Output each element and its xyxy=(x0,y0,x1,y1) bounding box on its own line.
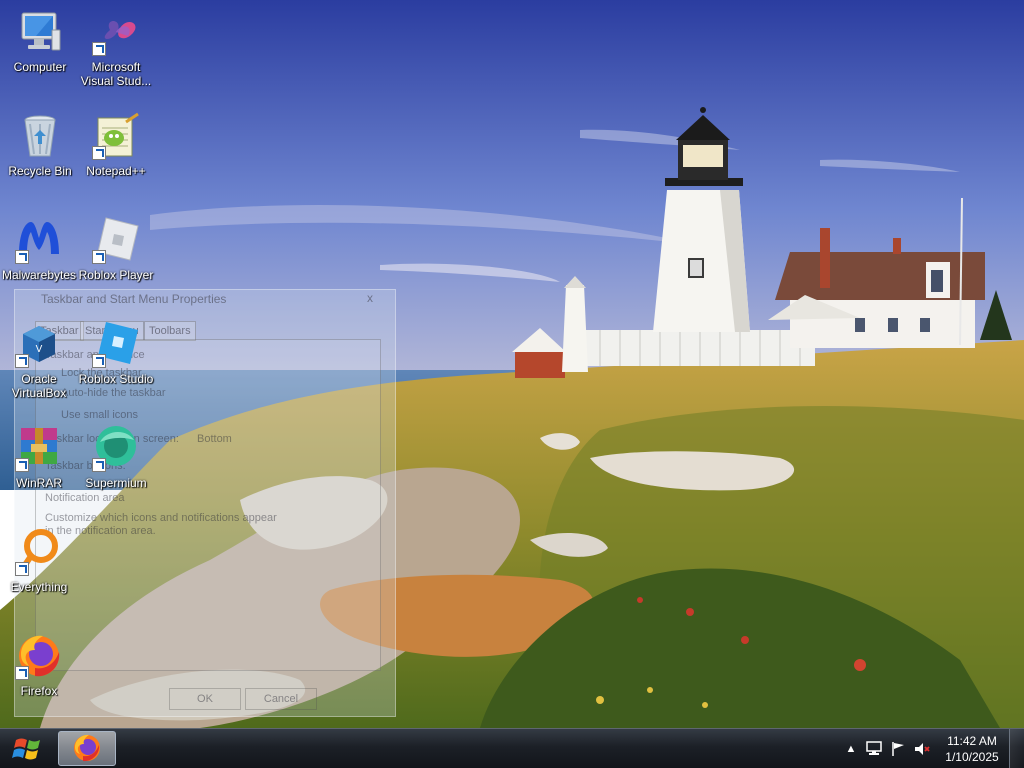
desktop-icon-label: Supermium xyxy=(85,476,147,490)
desktop-icon-everything[interactable]: Everything xyxy=(0,528,79,594)
shortcut-arrow-icon xyxy=(15,354,29,368)
recycle-bin-icon xyxy=(16,112,64,160)
desktop-icon-label: Roblox Player xyxy=(78,268,154,282)
malwarebytes-icon xyxy=(15,216,63,264)
desktop-icon-label: Notepad++ xyxy=(86,164,146,178)
dialog-title: Taskbar and Start Menu Properties xyxy=(41,292,227,306)
desktop-icon-label: Recycle Bin xyxy=(8,164,72,178)
desktop-icon-label: Oracle VirtualBox xyxy=(11,372,67,400)
start-button[interactable] xyxy=(8,733,48,765)
location-dropdown[interactable]: Bottom xyxy=(197,433,232,445)
desktop-icon-oracle-virtualbox[interactable]: V Oracle VirtualBox xyxy=(0,320,79,400)
desktop-icon-roblox-studio[interactable]: Roblox Studio xyxy=(76,320,156,386)
roblox-player-icon xyxy=(92,216,140,264)
desktop-icon-label: Everything xyxy=(10,580,68,594)
firefox-icon xyxy=(74,734,100,762)
volume-muted-icon[interactable] xyxy=(914,741,930,757)
show-desktop-button[interactable] xyxy=(1009,729,1024,768)
firefox-icon xyxy=(15,632,63,680)
taskbar: ▲ 11:42 AM 1/10/2025 xyxy=(0,728,1024,768)
computer-icon xyxy=(16,8,64,56)
desktop-icon-label: Malwarebytes xyxy=(1,268,77,282)
cancel-button[interactable]: Cancel xyxy=(245,688,317,710)
shortcut-arrow-icon xyxy=(92,42,106,56)
svg-text:V: V xyxy=(36,344,43,355)
desktop-icon-supermium[interactable]: Supermium xyxy=(76,424,156,490)
desktop-icon-recycle-bin[interactable]: Recycle Bin xyxy=(0,112,80,178)
ok-button[interactable]: OK xyxy=(169,688,241,710)
taskbar-button-firefox[interactable] xyxy=(58,731,116,766)
desktop-icon-label: WinRAR xyxy=(15,476,62,490)
small-icons-checkbox[interactable]: Use small icons xyxy=(61,409,138,421)
shortcut-arrow-icon xyxy=(15,666,29,680)
desktop-icon-label: Roblox Studio xyxy=(78,372,154,386)
desktop-icon-firefox[interactable]: Firefox xyxy=(0,632,79,698)
shortcut-arrow-icon xyxy=(15,562,29,576)
chevron-up-icon[interactable]: ▲ xyxy=(843,741,859,757)
clock-date: 1/10/2025 xyxy=(945,750,999,764)
desktop-icon-computer[interactable]: Computer xyxy=(0,8,80,74)
notification-area-group: Notification area xyxy=(45,492,125,504)
desktop-icon-roblox-player[interactable]: Roblox Player xyxy=(76,216,156,282)
desktop-icon-visual-studio[interactable]: Microsoft Visual Stud... xyxy=(76,8,156,88)
visual-studio-icon xyxy=(92,8,140,56)
dialog-close-button[interactable]: x xyxy=(367,291,373,305)
everything-search-icon xyxy=(15,528,63,576)
desktop-icon-label: Firefox xyxy=(20,684,58,698)
network-icon[interactable] xyxy=(866,741,882,757)
notification-text-1: Customize which icons and notifications … xyxy=(45,512,277,524)
shortcut-arrow-icon xyxy=(92,354,106,368)
clock-time: 11:42 AM xyxy=(947,734,997,748)
desktop-icon-winrar[interactable]: WinRAR xyxy=(0,424,79,490)
desktop-icon-label: Microsoft Visual Stud... xyxy=(80,60,152,88)
shortcut-arrow-icon xyxy=(15,458,29,472)
action-center-flag-icon[interactable] xyxy=(890,741,906,757)
system-clock[interactable]: 11:42 AM 1/10/2025 xyxy=(937,733,1007,765)
desktop-icon-notepad-plus-plus[interactable]: Notepad++ xyxy=(76,112,156,178)
shortcut-arrow-icon xyxy=(92,146,106,160)
windows-logo-icon xyxy=(12,738,40,760)
shortcut-arrow-icon xyxy=(92,458,106,472)
desktop-icon-label: Computer xyxy=(13,60,67,74)
roblox-studio-icon xyxy=(92,320,140,368)
supermium-icon xyxy=(92,424,140,472)
shortcut-arrow-icon xyxy=(92,250,106,264)
notepad-plus-plus-icon xyxy=(92,112,140,160)
shortcut-arrow-icon xyxy=(15,250,29,264)
winrar-icon xyxy=(15,424,63,472)
virtualbox-icon: V xyxy=(15,320,63,368)
desktop-icon-malwarebytes[interactable]: Malwarebytes xyxy=(0,216,79,282)
